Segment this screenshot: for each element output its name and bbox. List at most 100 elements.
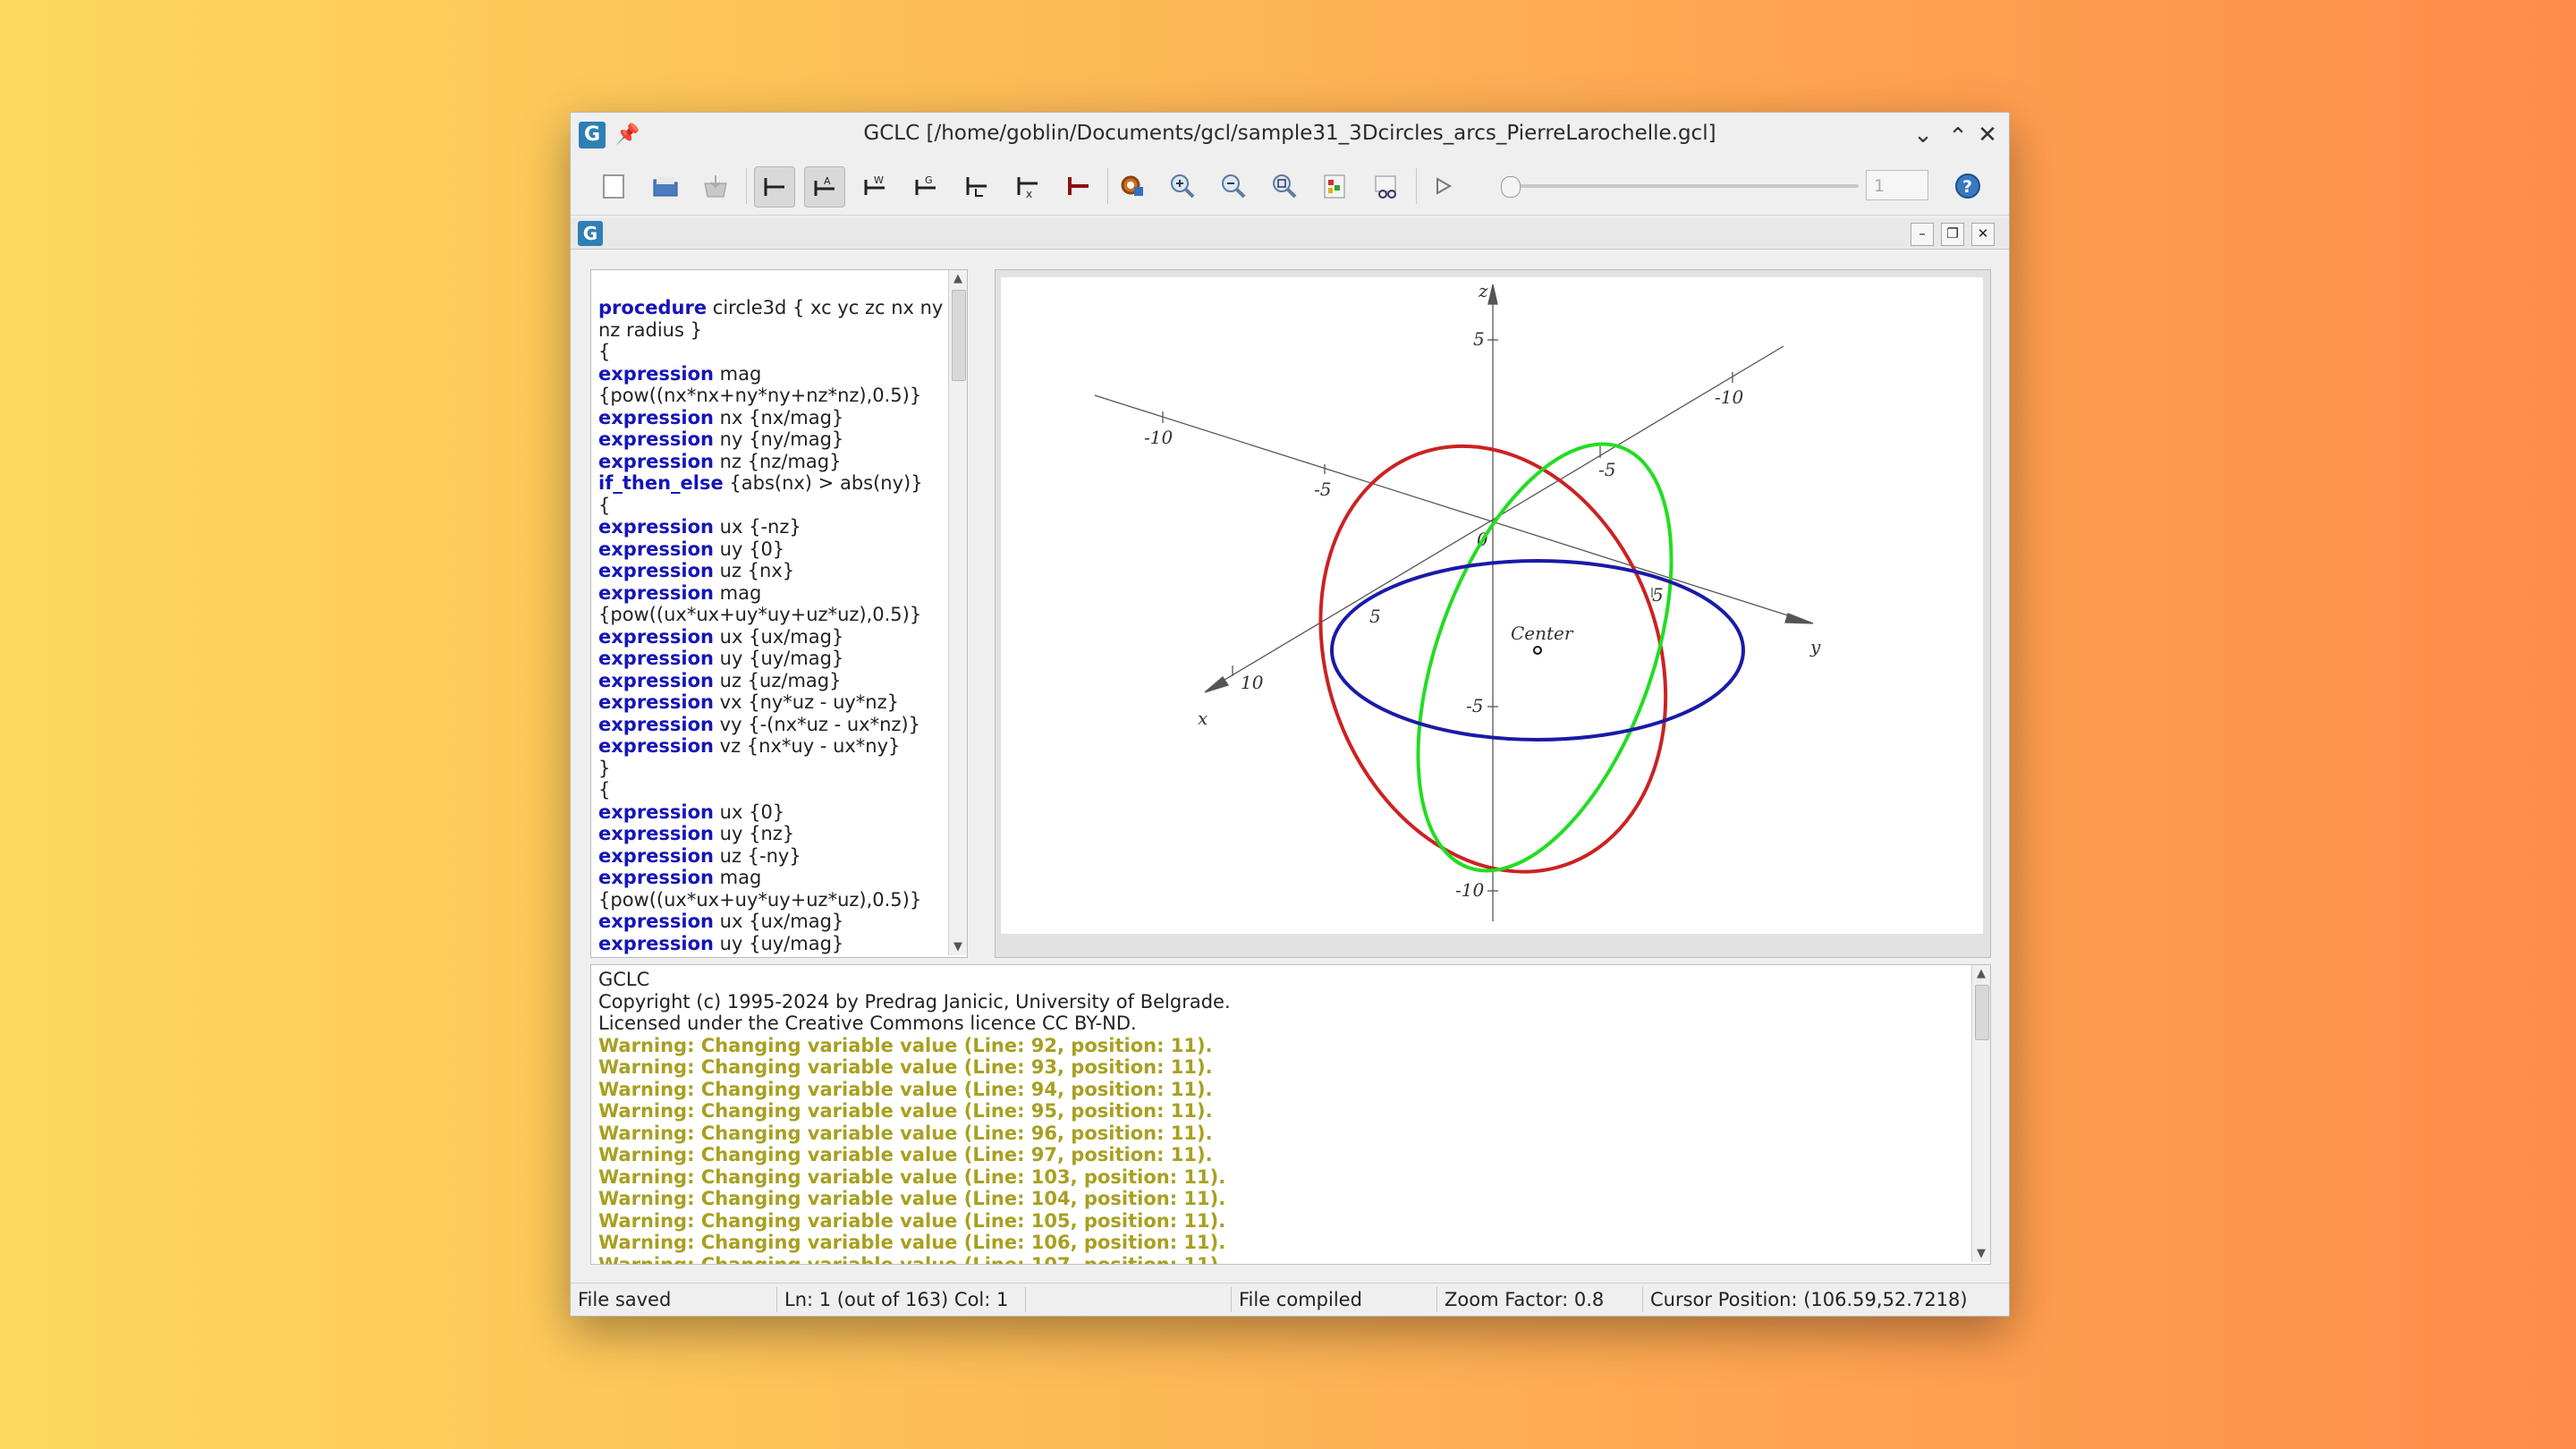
- console-scroll-thumb[interactable]: [1975, 985, 1989, 1040]
- scroll-down-icon[interactable]: ▼: [951, 940, 965, 953]
- console-scrollbar[interactable]: ▲ ▼: [1971, 965, 1990, 1262]
- code-text: ny {ny/mag}: [714, 428, 844, 450]
- code-line[interactable]: expression mag: [598, 582, 952, 605]
- drawing-canvas[interactable]: z y x 5 0 -5 -10 -10 -5 -10 -5 10 5 5 Ce…: [1001, 277, 1983, 934]
- geometry-figure[interactable]: z y x 5 0 -5 -10 -10 -5 -10 -5 10 5 5 Ce…: [1001, 277, 1983, 934]
- code-line[interactable]: }: [598, 758, 952, 780]
- code-line[interactable]: expression vx {ny*uz - uy*nz}: [598, 691, 952, 714]
- code-line[interactable]: expression mag: [598, 363, 952, 386]
- code-line[interactable]: expression uy {nz}: [598, 823, 952, 845]
- code-line[interactable]: expression uz {nx}: [598, 560, 952, 582]
- subwindow-close-icon[interactable]: ✕: [1971, 223, 1995, 246]
- code-line[interactable]: {pow((ux*ux+uy*uy+uz*uz),0.5)}: [598, 604, 952, 626]
- code-line[interactable]: if_then_else {abs(nx) > abs(ny)}: [598, 472, 952, 495]
- code-line[interactable]: expression ux {ux/mag}: [598, 626, 952, 648]
- frame-spinbox[interactable]: 1: [1866, 170, 1928, 200]
- code-text: vx {ny*uz - uy*nz}: [714, 691, 899, 713]
- code-line[interactable]: {pow((nx*nx+ny*ny+nz*nz),0.5)}: [598, 385, 952, 407]
- code-line[interactable]: expression ny {ny/mag}: [598, 428, 952, 451]
- subwindow-minimize-icon[interactable]: –: [1911, 223, 1934, 246]
- green-circle: [1416, 442, 1674, 873]
- code-keyword: expression: [598, 932, 714, 954]
- code-line[interactable]: expression uz {-ny}: [598, 845, 952, 868]
- code-text: {: [598, 341, 611, 362]
- mode-line-icon: [764, 178, 784, 196]
- code-keyword: expression: [598, 625, 714, 648]
- editor-scrollbar[interactable]: ▲ ▼: [948, 270, 967, 955]
- zoom-fit-icon: [1273, 174, 1297, 199]
- console-warning-line: Warning: Changing variable value (Line: …: [598, 1122, 1213, 1144]
- output-console[interactable]: GCLC Copyright (c) 1995-2024 by Predrag J…: [590, 964, 1991, 1265]
- export-button[interactable]: [1315, 166, 1354, 206]
- title-bar[interactable]: G 📌 GCLC [/home/goblin/Documents/gcl/sam…: [571, 113, 2009, 157]
- code-line[interactable]: expression uz {uz/mag}: [598, 670, 952, 692]
- mode-stop-button[interactable]: [1059, 166, 1098, 206]
- scroll-up-icon[interactable]: ▲: [951, 272, 965, 285]
- zoom-fit-button[interactable]: [1265, 166, 1304, 206]
- subwindow-restore-icon[interactable]: ❐: [1941, 223, 1964, 246]
- help-button[interactable]: ?: [1948, 166, 1987, 206]
- mode-a-button[interactable]: A: [804, 166, 845, 208]
- code-line[interactable]: nz radius }: [598, 319, 952, 342]
- code-line[interactable]: expression nz {nz/mag}: [598, 451, 952, 473]
- open-file-button[interactable]: [646, 166, 685, 206]
- code-line[interactable]: expression uy {uy/mag}: [598, 933, 952, 955]
- code-line[interactable]: procedure circle3d { xc yc zc nx ny: [598, 297, 952, 319]
- status-cursor-position: Cursor Position: (106.59,52.7218): [1642, 1287, 1999, 1312]
- z-axis-label: z: [1478, 280, 1488, 301]
- code-line[interactable]: expression nx {nx/mag}: [598, 407, 952, 429]
- code-keyword: expression: [598, 516, 714, 538]
- mode-line-button[interactable]: [754, 166, 795, 208]
- compile-button[interactable]: [1112, 166, 1151, 206]
- code-line[interactable]: expression ux {-nz}: [598, 516, 952, 538]
- new-file-button[interactable]: [594, 166, 633, 206]
- code-line[interactable]: {: [598, 341, 952, 363]
- mode-g-button[interactable]: G: [906, 166, 945, 206]
- zoom-out-button[interactable]: [1214, 166, 1253, 206]
- y-tick-neg5: -5: [1314, 479, 1331, 500]
- pin-icon[interactable]: 📌: [612, 119, 644, 151]
- code-line[interactable]: expression uy {0}: [598, 538, 952, 561]
- code-line[interactable]: {: [598, 495, 952, 517]
- maximize-chevron-icon[interactable]: ⌃: [1942, 121, 1974, 153]
- animation-slider-handle[interactable]: [1501, 176, 1521, 198]
- y-axis: [1094, 394, 1811, 623]
- code-keyword: expression: [598, 713, 714, 735]
- watch-button[interactable]: [1367, 166, 1406, 206]
- close-window-icon[interactable]: ✕: [1971, 119, 2004, 151]
- code-line[interactable]: expression ux {ux/mag}: [598, 911, 952, 933]
- save-file-button[interactable]: [696, 166, 735, 206]
- console-warning-line: Warning: Changing variable value (Line: …: [598, 1078, 1213, 1100]
- code-line[interactable]: {pow((ux*ux+uy*uy+uz*uz),0.5)}: [598, 889, 952, 911]
- console-warning-line: Warning: Changing variable value (Line: …: [598, 1165, 1226, 1188]
- save-icon: [704, 175, 727, 198]
- play-button[interactable]: [1423, 166, 1462, 206]
- code-line[interactable]: expression vy {-(nx*uz - ux*nz)}: [598, 714, 952, 736]
- code-line[interactable]: expression mag: [598, 867, 952, 889]
- code-text: {pow((nx*nx+ny*ny+nz*nz),0.5)}: [598, 385, 922, 406]
- watch-window-icon: [1375, 175, 1396, 199]
- code-line[interactable]: {: [598, 779, 952, 801]
- zoom-in-button[interactable]: [1163, 166, 1202, 206]
- window-title: GCLC [/home/goblin/Documents/gcl/sample3…: [863, 122, 1716, 145]
- console-scroll-up-icon[interactable]: ▲: [1974, 967, 1988, 980]
- editor-scroll-thumb[interactable]: [952, 290, 966, 381]
- code-line[interactable]: expression ux {0}: [598, 801, 952, 824]
- animation-slider-track[interactable]: [1508, 184, 1859, 188]
- console-warning-line: Warning: Changing variable value (Line: …: [598, 1253, 1226, 1265]
- console-scroll-down-icon[interactable]: ▼: [1974, 1247, 1988, 1260]
- code-text: ux {-nz}: [714, 516, 801, 538]
- gclc-app-icon[interactable]: G: [579, 122, 606, 148]
- mode-l-icon: [966, 177, 987, 197]
- mode-l-button[interactable]: [957, 166, 996, 206]
- code-line[interactable]: expression vz {nx*uy - ux*ny}: [598, 735, 952, 758]
- minimize-chevron-icon[interactable]: ⌄: [1907, 119, 1939, 151]
- status-cursor-line: Ln: 1 (out of 163) Col: 1: [776, 1287, 1017, 1312]
- mode-x-button[interactable]: x: [1008, 166, 1047, 206]
- z-tick-neg5: -5: [1466, 695, 1483, 716]
- code-editor[interactable]: procedure circle3d { xc yc zc nx ny nz ra…: [590, 269, 968, 958]
- status-zoom: Zoom Factor: 0.8: [1436, 1287, 1628, 1312]
- mode-w-button[interactable]: W: [855, 166, 894, 206]
- drawing-area[interactable]: z y x 5 0 -5 -10 -10 -5 -10 -5 10 5 5 Ce…: [995, 269, 1991, 958]
- code-line[interactable]: expression uy {uy/mag}: [598, 648, 952, 670]
